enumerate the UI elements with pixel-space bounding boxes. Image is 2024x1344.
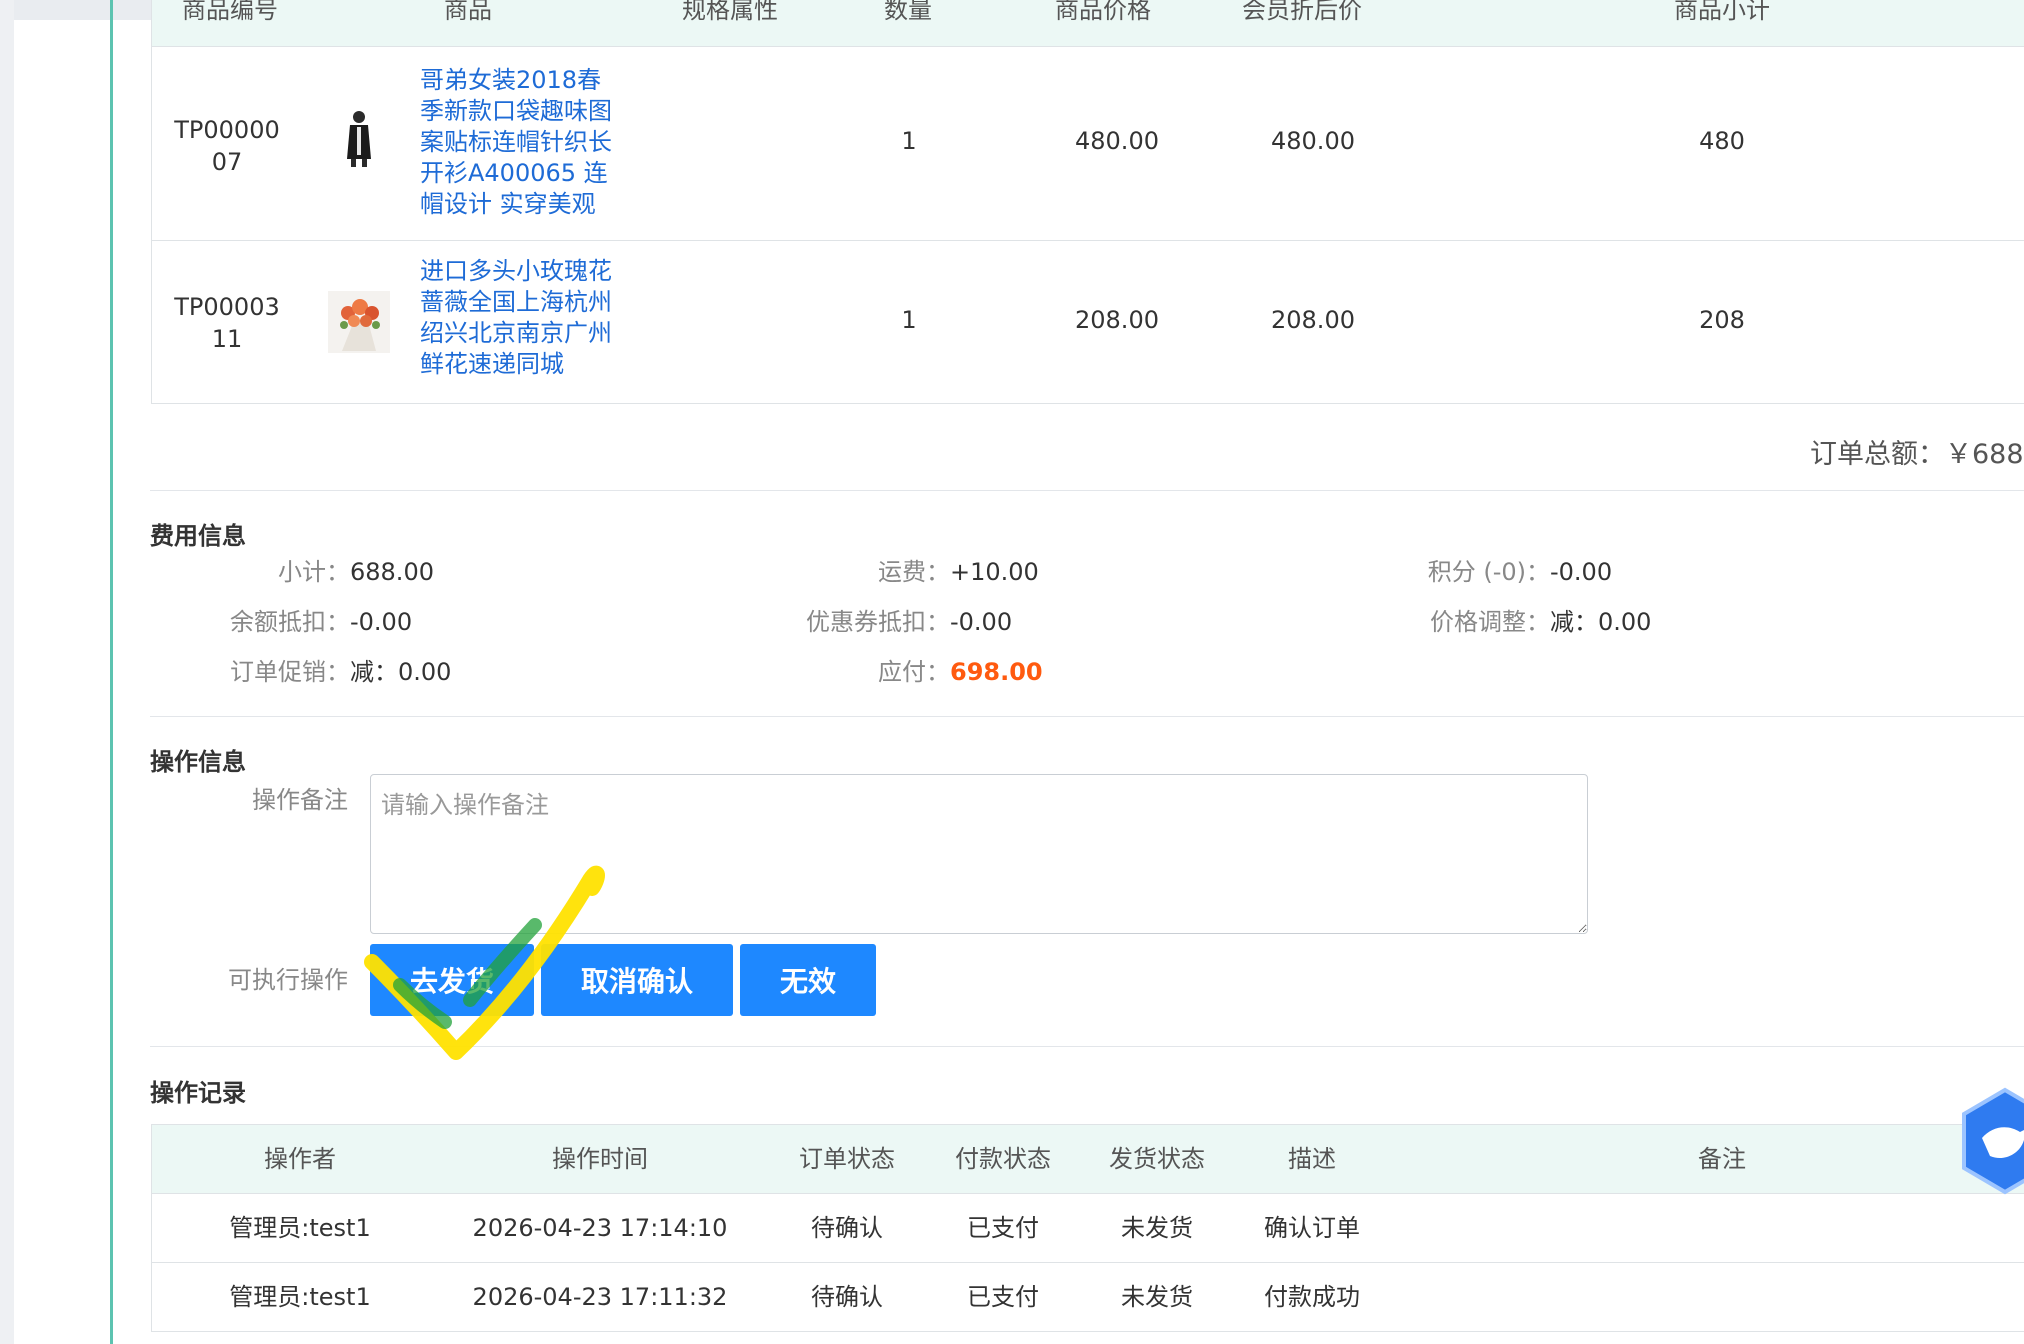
invalid-button[interactable]: 无效 — [740, 944, 876, 1016]
header-subtotal: 商品小计 — [1674, 0, 1770, 24]
product-price: 208.00 — [1075, 306, 1159, 334]
log-header-order-status: 订单状态 — [799, 1145, 895, 1173]
fee-points: 积分 (-0)：-0.00 — [1300, 552, 1612, 587]
log-header-note: 备注 — [1698, 1145, 1746, 1173]
fee-info-title: 费用信息 — [150, 522, 246, 550]
product-member-price: 208.00 — [1271, 306, 1355, 334]
log-operator: 管理员:test1 — [229, 1214, 371, 1242]
product-member-price: 480.00 — [1271, 127, 1355, 155]
remark-label: 操作备注 — [252, 786, 348, 814]
product-sku: TP0000311 — [174, 293, 280, 353]
fee-payable: 应付：698.00 — [700, 652, 1043, 687]
fee-label: 小计： — [278, 558, 350, 586]
divider — [150, 490, 2024, 491]
log-desc: 确认订单 — [1264, 1214, 1360, 1242]
log-pay-status: 已支付 — [967, 1283, 1039, 1311]
fee-adjust: 价格调整：减：0.00 — [1300, 602, 1651, 637]
operation-log-table: 操作者 操作时间 订单状态 付款状态 发货状态 描述 备注 管理员:test1 … — [151, 1124, 2024, 1332]
fee-shipping: 运费：+10.00 — [700, 552, 1039, 587]
fee-label: 积分 (-0)： — [1427, 558, 1550, 586]
header-price: 商品价格 — [1055, 0, 1151, 24]
header-spec: 规格属性 — [682, 0, 778, 24]
fee-coupon: 优惠券抵扣：-0.00 — [700, 602, 1012, 637]
log-header-operator: 操作者 — [264, 1145, 336, 1173]
product-thumbnail-coat[interactable] — [328, 107, 390, 169]
log-time: 2026-04-23 17:14:10 — [472, 1214, 728, 1242]
product-subtotal: 208 — [1699, 306, 1745, 334]
fee-value: +10.00 — [950, 558, 1039, 586]
fee-subtotal: 小计：688.00 — [150, 552, 434, 587]
product-price: 480.00 — [1075, 127, 1159, 155]
fee-value: -0.00 — [950, 608, 1013, 636]
header-qty: 数量 — [884, 0, 932, 24]
table-row: TP0000007 哥弟女装2018春季新款口袋趣味图案贴标连帽针织长开衫A40… — [152, 47, 2024, 241]
table-row: TP0000311 进口多头小玫瑰花蔷薇全国上海杭州绍兴北京南京广州鲜花速递同城… — [152, 241, 2024, 404]
fee-label: 运费： — [878, 558, 950, 586]
log-header-time: 操作时间 — [552, 1145, 648, 1173]
ship-button[interactable]: 去发货 — [370, 944, 534, 1016]
order-total-label: 订单总额： — [1810, 439, 1945, 470]
order-total-value: ￥688 — [1945, 439, 2024, 470]
header-member-price: 会员折后价 — [1242, 0, 1362, 24]
product-qty: 1 — [901, 306, 917, 334]
log-operator: 管理员:test1 — [229, 1283, 371, 1311]
table-row: 管理员:test1 2026-04-23 17:11:32 待确认 已支付 未发… — [152, 1263, 2024, 1332]
operation-info-title: 操作信息 — [150, 748, 246, 776]
left-gap — [0, 0, 14, 1344]
log-header-pay-status: 付款状态 — [955, 1145, 1051, 1173]
fee-value: 减：0.00 — [1550, 608, 1652, 636]
log-order-status: 待确认 — [811, 1283, 883, 1311]
log-order-status: 待确认 — [811, 1214, 883, 1242]
product-qty: 1 — [901, 127, 917, 155]
remark-textarea[interactable] — [370, 774, 1588, 934]
fee-promo: 订单促销：减：0.00 — [150, 652, 451, 687]
product-name-link[interactable]: 哥弟女装2018春季新款口袋趣味图案贴标连帽针织长开衫A400065 连帽设计 … — [420, 65, 620, 220]
content-border — [110, 0, 113, 1344]
payable-amount: 698.00 — [950, 658, 1043, 686]
fee-label: 优惠券抵扣： — [806, 608, 950, 636]
fee-value: -0.00 — [1550, 558, 1613, 586]
log-header-ship-status: 发货状态 — [1109, 1145, 1205, 1173]
product-table: 商品编号 商品 规格属性 数量 商品价格 会员折后价 商品小计 TP000000… — [151, 0, 2024, 404]
table-row: 管理员:test1 2026-04-23 17:14:10 待确认 已支付 未发… — [152, 1194, 2024, 1263]
log-header-desc: 描述 — [1288, 1145, 1336, 1173]
cancel-confirm-button[interactable]: 取消确认 — [541, 944, 733, 1016]
product-subtotal: 480 — [1699, 127, 1745, 155]
fee-value: 688.00 — [350, 558, 434, 586]
product-name-link[interactable]: 进口多头小玫瑰花蔷薇全国上海杭州绍兴北京南京广州鲜花速递同城 — [420, 256, 620, 380]
log-table-header: 操作者 操作时间 订单状态 付款状态 发货状态 描述 备注 — [152, 1124, 2024, 1194]
product-table-header: 商品编号 商品 规格属性 数量 商品价格 会员折后价 商品小计 — [152, 0, 2024, 47]
fee-value: 减：0.00 — [350, 658, 452, 686]
product-sku: TP0000007 — [174, 116, 280, 176]
fee-label: 应付： — [878, 658, 950, 686]
actions-label: 可执行操作 — [228, 966, 348, 994]
fee-label: 余额抵扣： — [230, 608, 350, 636]
log-time: 2026-04-23 17:11:32 — [472, 1283, 728, 1311]
fee-value: -0.00 — [350, 608, 413, 636]
operation-log-title: 操作记录 — [150, 1079, 246, 1107]
product-thumbnail-roses[interactable] — [328, 291, 390, 353]
log-ship-status: 未发货 — [1121, 1283, 1193, 1311]
log-desc: 付款成功 — [1264, 1283, 1360, 1311]
header-sku: 商品编号 — [182, 0, 278, 24]
log-ship-status: 未发货 — [1121, 1214, 1193, 1242]
bird-assistant-icon[interactable] — [1960, 1086, 2024, 1196]
divider — [150, 716, 2024, 717]
header-product: 商品 — [444, 0, 492, 24]
log-pay-status: 已支付 — [967, 1214, 1039, 1242]
fee-label: 价格调整： — [1430, 608, 1550, 636]
divider — [150, 1046, 2024, 1047]
order-total: 订单总额：￥688 — [1810, 432, 2024, 471]
fee-label: 订单促销： — [230, 658, 350, 686]
fee-balance: 余额抵扣：-0.00 — [150, 602, 412, 637]
